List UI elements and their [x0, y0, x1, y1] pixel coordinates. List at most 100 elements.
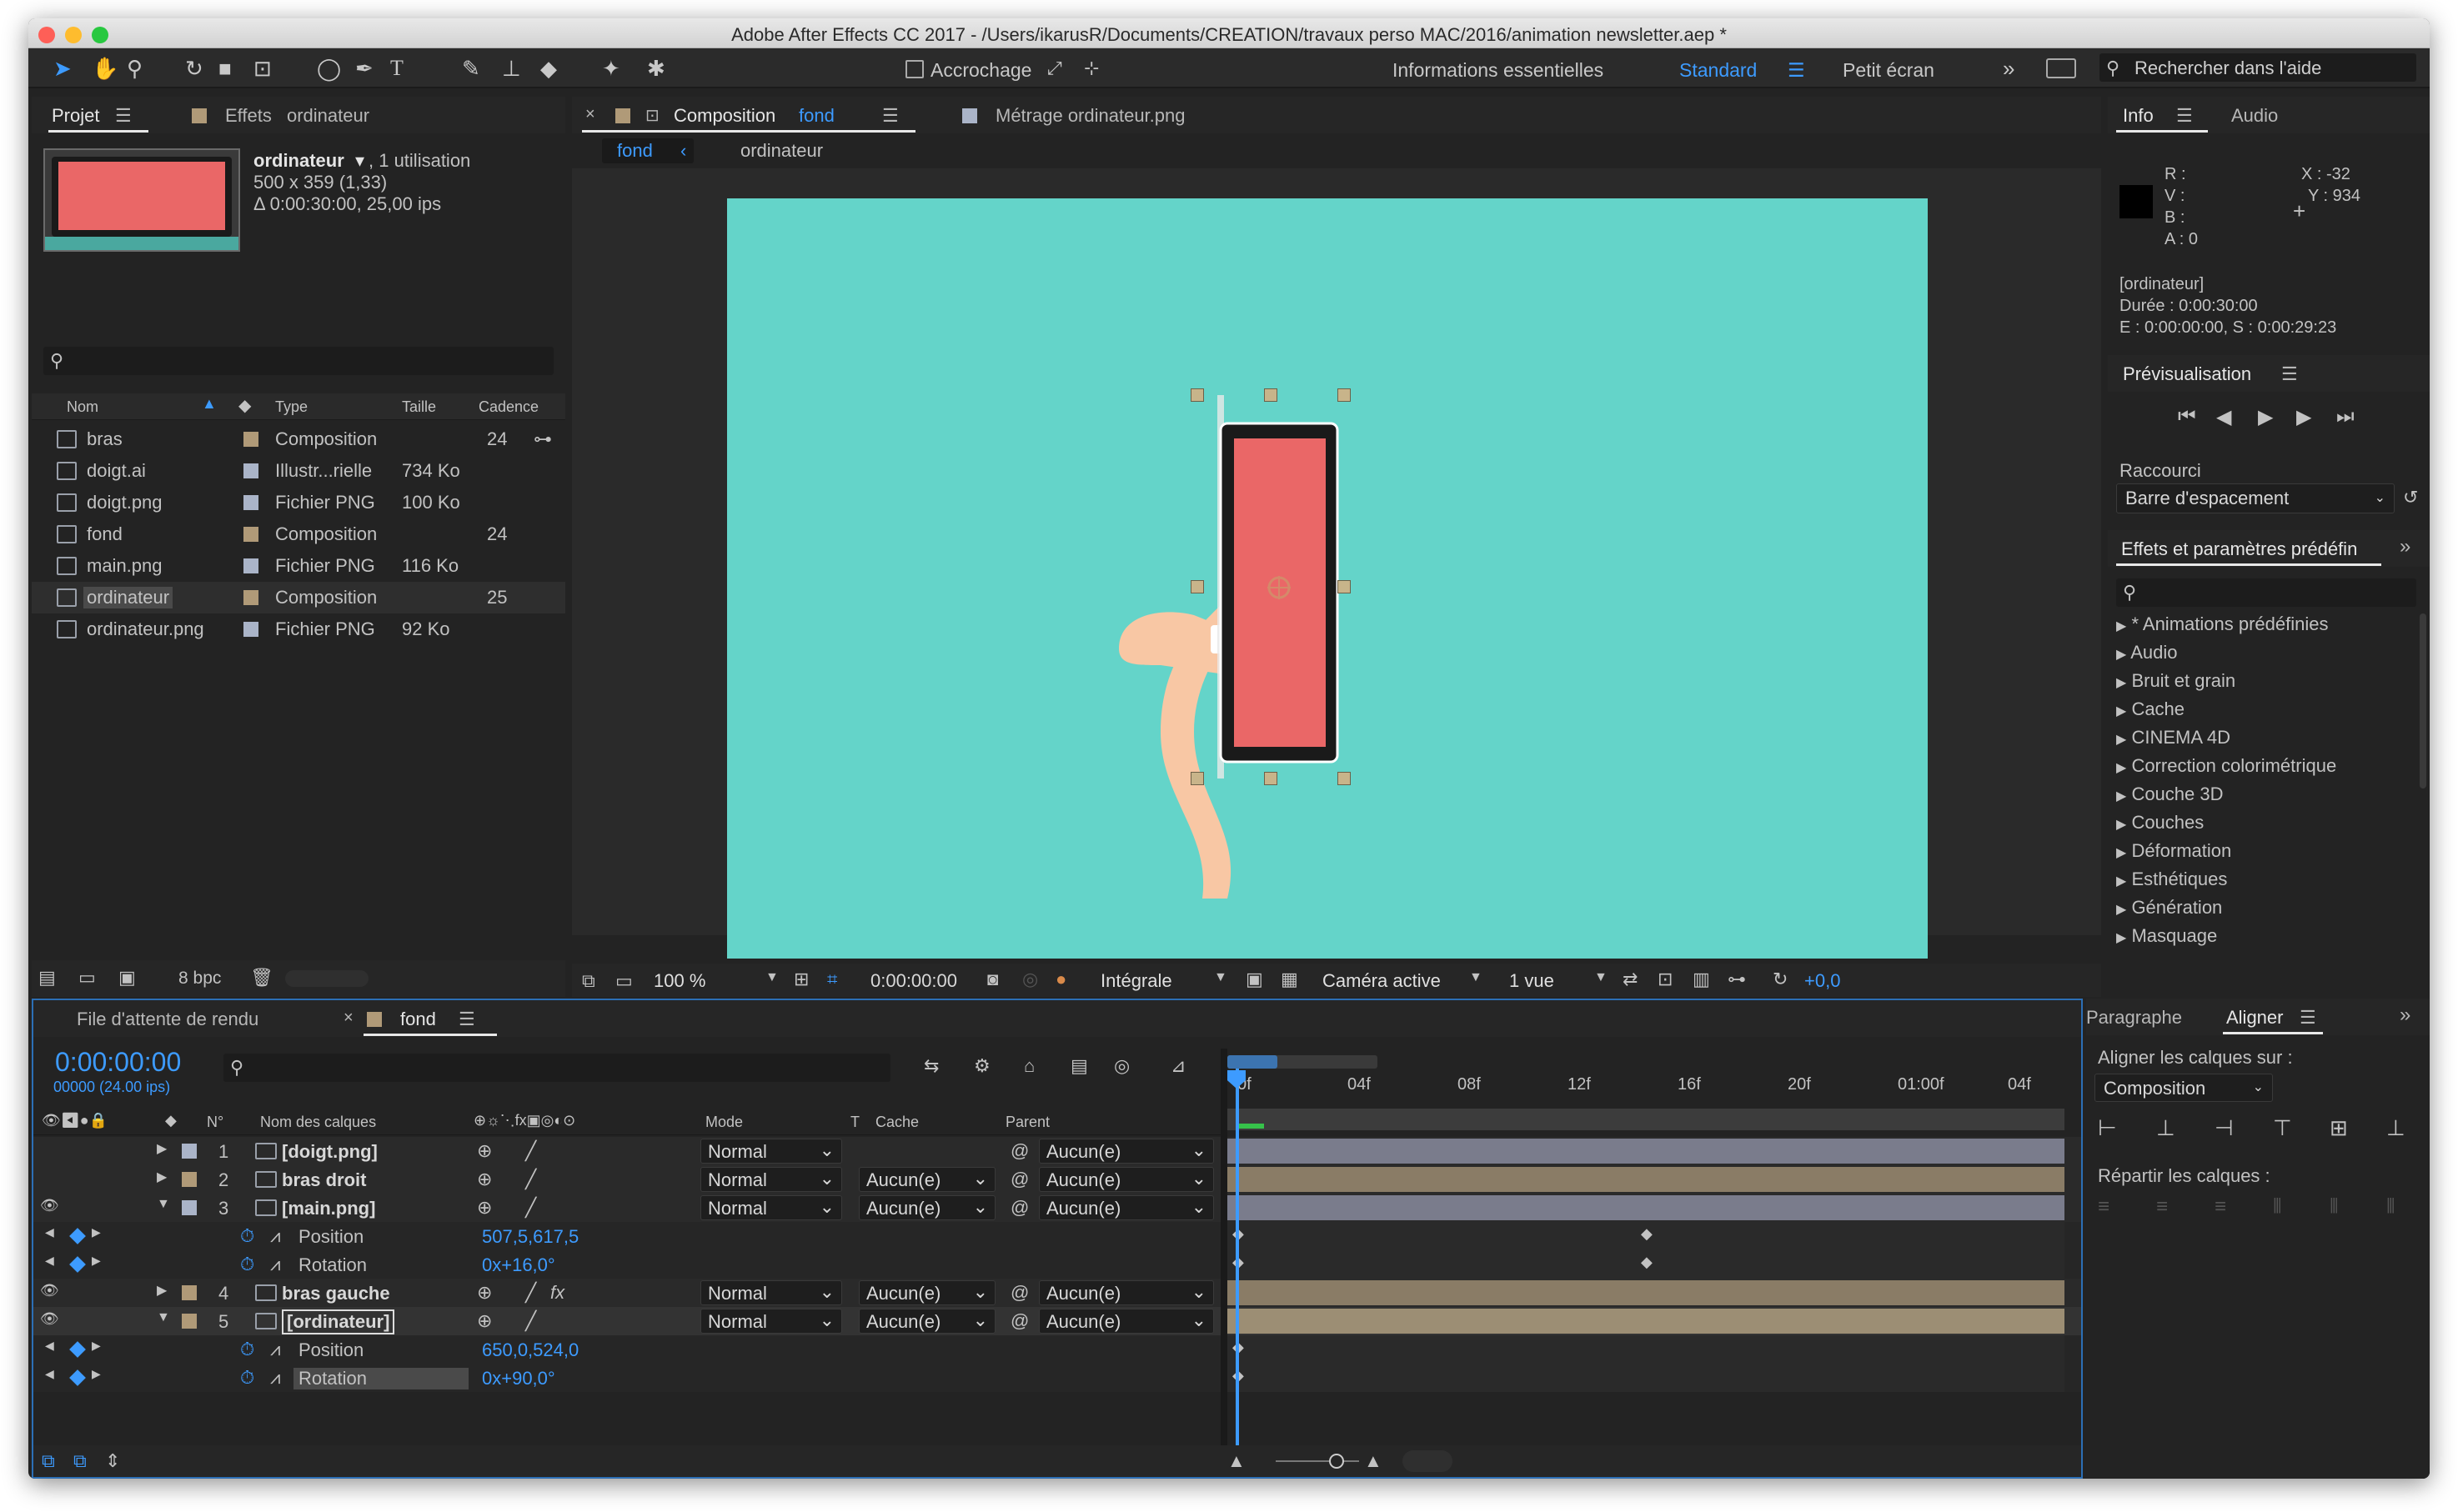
timeline-menu-icon[interactable]: ☰	[459, 1009, 475, 1030]
workspace-small-screen[interactable]: Petit écran	[1843, 59, 1934, 82]
viewer-area[interactable]	[572, 168, 2101, 959]
project-item-label[interactable]	[243, 590, 258, 605]
property-value[interactable]: 507,5,617,5	[482, 1226, 579, 1248]
transform-handle[interactable]	[1264, 772, 1277, 785]
property-name[interactable]: Position	[293, 1339, 469, 1361]
effects-category-item[interactable]: ▶ CINEMA 4D	[2116, 727, 2230, 748]
previous-frame-icon[interactable]: ◀	[2216, 405, 2231, 429]
prev-keyframe-icon[interactable]: ◀	[45, 1254, 54, 1268]
timeline-timecode[interactable]: 0:00:00:00	[55, 1047, 181, 1078]
close-timeline-tab-icon[interactable]: ×	[344, 1009, 354, 1028]
project-item-label[interactable]	[243, 463, 258, 478]
effects-category-item[interactable]: ▶ Génération	[2116, 897, 2222, 919]
align-v-center-icon[interactable]: ⊞	[2330, 1115, 2348, 1141]
tab-effects[interactable]: Effets	[225, 105, 272, 127]
tab-project[interactable]: Projet	[52, 105, 99, 127]
frame-blending-icon[interactable]: ▤	[1071, 1055, 1088, 1077]
keyframe-toggle-icon[interactable]	[69, 1256, 86, 1273]
clone-stamp-tool-icon[interactable]: ⊥	[502, 57, 521, 80]
property-value[interactable]: 0x+90,0°	[482, 1368, 555, 1389]
layer-search-input[interactable]: ⚲	[223, 1054, 890, 1082]
graph-icon[interactable]: ⩘	[270, 1367, 280, 1389]
disclosure-triangle-icon[interactable]: ▶	[2116, 619, 2126, 633]
distribute-h-center-icon[interactable]: ⦀	[2330, 1195, 2339, 1219]
layer-duration-bar[interactable]	[1227, 1167, 2064, 1192]
workspace-standard[interactable]: Standard	[1679, 59, 1757, 82]
next-keyframe-icon[interactable]: ▶	[92, 1339, 101, 1353]
snapshot-camera-icon[interactable]: ◙	[987, 969, 998, 990]
time-zoom-knob[interactable]	[1329, 1454, 1344, 1469]
transform-handle[interactable]	[1337, 772, 1351, 785]
property-name[interactable]: Rotation	[293, 1254, 469, 1276]
layer-duration-bar[interactable]	[1227, 1309, 2064, 1334]
blend-mode-dropdown[interactable]: Normal ⌄	[700, 1309, 842, 1334]
layer-name[interactable]: bras gauche	[282, 1283, 390, 1304]
expand-triangle-icon[interactable]: ▶	[157, 1140, 167, 1157]
workspace-essentials[interactable]: Informations essentielles	[1392, 59, 1603, 82]
effects-category-item[interactable]: ▶ Bruit et grain	[2116, 670, 2235, 692]
expand-triangle-icon[interactable]: ▼	[157, 1197, 170, 1212]
layer-label-color[interactable]	[182, 1144, 197, 1159]
property-value[interactable]: 0x+16,0°	[482, 1254, 555, 1276]
shortcut-dropdown[interactable]: Barre d'espacement ⌄	[2116, 483, 2395, 513]
current-time-indicator[interactable]	[1236, 1069, 1239, 1450]
parent-pickwhip-icon[interactable]: @	[1011, 1282, 1029, 1304]
expand-triangle-icon[interactable]: ▼	[157, 1310, 170, 1325]
blend-mode-dropdown[interactable]: Normal ⌄	[700, 1139, 842, 1164]
project-item[interactable]: main.png Fichier PNG 116 Ko	[32, 550, 565, 582]
new-composition-icon[interactable]: ▣	[118, 967, 136, 989]
always-preview-icon[interactable]: ⧉	[582, 970, 595, 992]
align-menu-icon[interactable]: ☰	[2300, 1007, 2316, 1029]
project-item-label[interactable]	[243, 527, 258, 542]
quality-switch-icon[interactable]: ╱	[525, 1282, 536, 1304]
distribute-top-icon[interactable]: ≡	[2098, 1195, 2109, 1219]
disclosure-triangle-icon[interactable]: ▶	[2116, 704, 2126, 718]
distribute-bottom-icon[interactable]: ≡	[2215, 1195, 2226, 1219]
layer-name[interactable]: [main.png]	[282, 1198, 375, 1219]
distribute-left-icon[interactable]: ⦀	[2273, 1195, 2282, 1219]
effects-category-item[interactable]: ▶ Esthétiques	[2116, 869, 2227, 890]
draft-3d-icon[interactable]: ⚙	[974, 1055, 991, 1077]
project-item[interactable]: doigt.ai Illustr...rielle 734 Ko	[32, 455, 565, 487]
disclosure-triangle-icon[interactable]: ▶	[2116, 846, 2126, 860]
effects-category-item[interactable]: ▶ Correction colorimétrique	[2116, 755, 2336, 777]
timeline-scrollbar[interactable]	[1402, 1450, 1452, 1472]
quality-switch-icon[interactable]: ╱	[525, 1310, 536, 1332]
eye-visibility-icon[interactable]: 👁	[40, 1197, 59, 1214]
effects-scrollbar[interactable]	[2420, 613, 2426, 789]
camera-dropdown-icon[interactable]: ▼	[1469, 970, 1482, 985]
bit-depth-label[interactable]: 8 bpc	[178, 969, 221, 989]
safe-zones-icon[interactable]: ⊞	[794, 969, 809, 990]
tab-audio[interactable]: Audio	[2231, 105, 2278, 127]
breadcrumb-ordinateur[interactable]: ordinateur	[740, 140, 823, 162]
track-matte-dropdown[interactable]: Aucun(e) ⌄	[859, 1280, 996, 1305]
region-of-interest-icon[interactable]: ▣	[1246, 969, 1263, 990]
shy-switch-icon[interactable]: ⊕	[477, 1140, 492, 1162]
reset-shortcut-icon[interactable]: ↺	[2403, 487, 2418, 508]
property-track[interactable]: ◆◆	[1227, 1222, 2064, 1250]
prev-keyframe-icon[interactable]: ◀	[45, 1339, 54, 1353]
reset-exposure-icon[interactable]: ↻	[1773, 969, 1788, 990]
next-frame-icon[interactable]: ▶	[2296, 405, 2311, 429]
align-top-icon[interactable]: ⊤	[2273, 1115, 2292, 1141]
breadcrumb-fond[interactable]: fond	[617, 140, 653, 162]
viewer-timecode[interactable]: 0:00:00:00	[870, 970, 957, 992]
show-snapshot-icon[interactable]: ◎	[1022, 969, 1038, 990]
tab-composition-name[interactable]: fond	[799, 105, 835, 127]
fx-switch-icon[interactable]: fx	[550, 1282, 564, 1304]
composition-canvas[interactable]	[727, 198, 1928, 959]
zoom-out-time-icon[interactable]: ▲	[1227, 1450, 1246, 1472]
expand-triangle-icon[interactable]: ▶	[157, 1282, 167, 1299]
parent-dropdown[interactable]: Aucun(e) ⌄	[1039, 1280, 1214, 1305]
views-dropdown[interactable]: 1 vue	[1509, 970, 1554, 992]
next-keyframe-icon[interactable]: ▶	[92, 1367, 101, 1381]
track-matte-dropdown[interactable]: Aucun(e) ⌄	[859, 1195, 996, 1220]
in-out-toggle-icon[interactable]: ⇕	[105, 1450, 120, 1472]
expand-triangle-icon[interactable]: ▶	[157, 1169, 167, 1185]
property-value[interactable]: 650,0,524,0	[482, 1339, 579, 1361]
layer-label-color[interactable]	[182, 1285, 197, 1300]
new-folder-icon[interactable]: ▭	[78, 967, 96, 989]
effects-presets-title[interactable]: Effets et paramètres prédéfin	[2121, 538, 2357, 560]
distribute-v-center-icon[interactable]: ≡	[2156, 1195, 2168, 1219]
zoom-level[interactable]: 100 %	[654, 970, 705, 992]
